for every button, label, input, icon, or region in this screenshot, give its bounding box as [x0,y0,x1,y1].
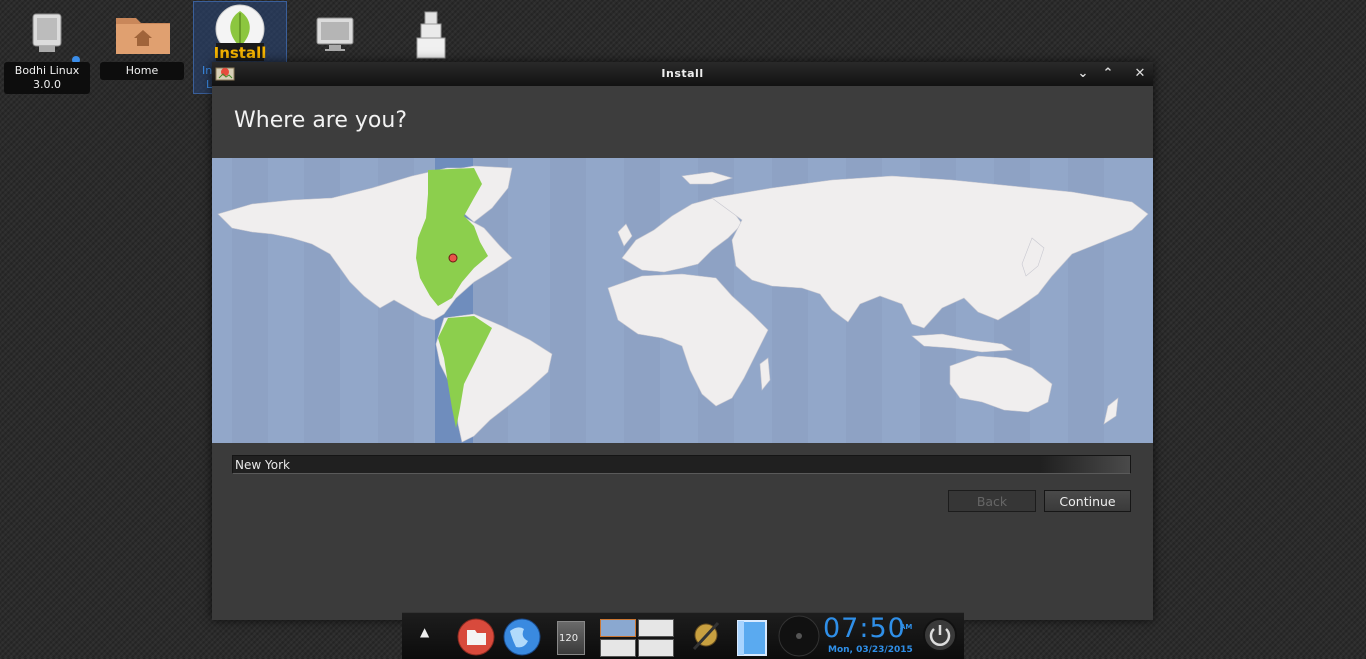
desktop-icon-label: Home [100,62,184,80]
desktop-1-thumb[interactable] [600,619,636,637]
desktop-2-thumb[interactable] [638,619,674,637]
install-icon: Install [214,4,267,62]
install-window: Install ⌄ ⌃ ✕ Where are you? New York Ba… [212,62,1153,620]
minimize-button[interactable]: ⌄ [1073,64,1093,84]
label-line-1: Bodhi Linux [14,64,80,77]
desktop-icon-label-partial: In [202,64,213,77]
desktop-3-thumb[interactable] [600,639,636,657]
maximize-button[interactable]: ⌃ [1098,64,1118,84]
clock-date: Mon, 03/23/2015 [828,645,913,655]
window-titlebar[interactable]: Install ⌄ ⌃ ✕ [212,62,1153,86]
close-button[interactable]: ✕ [1130,64,1150,84]
world-map-svg [217,158,1149,443]
desktop-icon-label: Bodhi Linux 3.0.0 [4,62,90,94]
power-button-icon[interactable] [922,617,958,653]
network-plug-icon[interactable] [688,617,724,655]
page-header: Where are you? [212,86,1153,158]
location-input[interactable]: New York [232,455,1131,474]
volume-knob-icon[interactable] [778,615,820,657]
continents [217,165,1149,443]
file-manager-icon[interactable] [456,617,496,657]
desktop-4-thumb[interactable] [638,639,674,657]
battery-icon[interactable] [734,617,768,657]
clock-time[interactable]: 07:50 [823,613,906,644]
monitor-icon [316,17,354,51]
label-line-2: 3.0.0 [33,78,61,91]
location-pin-icon [448,253,458,263]
page-title: Where are you? [234,108,407,133]
web-browser-icon[interactable] [502,617,542,657]
install-icon-text: Install [214,44,267,62]
launcher-arrow-button[interactable]: ▲ [420,625,429,639]
desktop-icon-bodhi-linux[interactable]: Bodhi Linux 3.0.0 [0,4,94,94]
virtual-desktops-pager[interactable] [598,617,678,657]
cpu-value: 120 [559,633,579,644]
timezone-map[interactable] [212,158,1153,443]
back-button[interactable]: Back [948,490,1036,512]
computer-icon [32,13,62,52]
clock-ampm: AM [900,623,913,631]
taskbar: ▲ 120 07:50 AM Mon, 03/23/2015 [402,612,964,659]
desktop-icon-home[interactable]: Home [96,4,190,94]
cpu-monitor-gadget[interactable]: 120 [554,617,586,655]
window-title: Install [661,67,704,80]
cubes-icon [416,11,446,59]
continue-button[interactable]: Continue [1044,490,1131,512]
home-folder-icon [116,18,170,54]
